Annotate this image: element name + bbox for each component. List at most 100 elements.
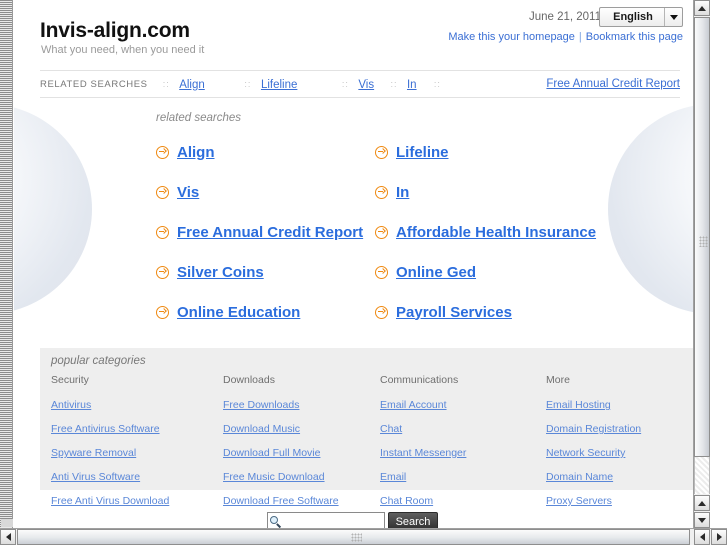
list-item[interactable]: Chat Room [380, 491, 546, 509]
scroll-left-button-secondary[interactable] [694, 529, 710, 545]
cat-link-download-full-movie[interactable]: Download Full Movie [223, 447, 320, 459]
scroll-thumb-grip [699, 236, 708, 247]
strip-link-lifeline[interactable]: Lifeline [261, 79, 297, 91]
cat-link-email[interactable]: Email [380, 471, 406, 483]
header-links: Make this your homepage | Bookmark this pa… [448, 31, 683, 43]
page-header: Invis-align.com What you need, when you … [14, 0, 693, 68]
scroll-down-button[interactable] [694, 512, 710, 528]
list-item[interactable]: Email Account [380, 395, 546, 413]
chevron-down-icon [664, 8, 682, 26]
arrow-circle-icon [156, 305, 169, 319]
list-item[interactable]: Instant Messenger [380, 443, 546, 461]
strip-link-free-annual-credit-report[interactable]: Free Annual Credit Report [546, 78, 680, 90]
list-item[interactable]: Free Anti Virus Download [51, 491, 223, 509]
list-item[interactable]: Anti Virus Software [51, 467, 223, 485]
list-item[interactable]: Email [380, 467, 546, 485]
list-item[interactable]: Free Antivirus Software [51, 419, 223, 437]
list-item[interactable]: Domain Name [546, 467, 691, 485]
related-link-vis[interactable]: Vis [177, 184, 199, 201]
related-link-affordable-health-insurance[interactable]: Affordable Health Insurance [396, 224, 596, 241]
cat-link-domain-registration[interactable]: Domain Registration [546, 423, 641, 435]
scroll-right-button[interactable] [711, 529, 727, 545]
related-link-row[interactable]: Online Ged [375, 252, 626, 292]
related-link-online-ged[interactable]: Online Ged [396, 264, 476, 281]
cat-link-network-security[interactable]: Network Security [546, 447, 625, 459]
cat-link-proxy-servers[interactable]: Proxy Servers [546, 495, 612, 507]
related-link-lifeline[interactable]: Lifeline [396, 144, 449, 161]
related-link-row[interactable]: Vis [156, 172, 375, 212]
bookmark-page-link[interactable]: Bookmark this page [586, 31, 683, 43]
cat-link-chat[interactable]: Chat [380, 423, 402, 435]
cat-link-domain-name[interactable]: Domain Name [546, 471, 613, 483]
cat-link-free-downloads[interactable]: Free Downloads [223, 399, 299, 411]
cat-link-free-music-download[interactable]: Free Music Download [223, 471, 325, 483]
list-item[interactable]: Email Hosting [546, 395, 691, 413]
search-button[interactable]: Search [388, 512, 438, 528]
make-homepage-link[interactable]: Make this your homepage [448, 31, 575, 43]
related-link-row[interactable]: Affordable Health Insurance [375, 212, 626, 252]
list-item[interactable]: Download Full Movie [223, 443, 380, 461]
language-select[interactable]: English [599, 7, 683, 27]
vertical-scroll-thumb[interactable] [694, 17, 710, 457]
arrow-circle-icon [375, 225, 388, 239]
list-item[interactable]: Domain Registration [546, 419, 691, 437]
vertical-scroll-track[interactable] [694, 457, 710, 494]
search-bar: Search [267, 512, 438, 528]
strip-link-align[interactable]: Align [179, 79, 205, 91]
vertical-scrollbar[interactable] [693, 0, 710, 528]
browser-window: Invis-align.com What you need, when you … [0, 0, 727, 545]
related-link-free-annual-credit-report[interactable]: Free Annual Credit Report [177, 224, 363, 241]
cat-link-antivirus[interactable]: Antivirus [51, 399, 91, 411]
related-link-in[interactable]: In [396, 184, 409, 201]
list-item[interactable]: Chat [380, 419, 546, 437]
cat-link-instant-messenger[interactable]: Instant Messenger [380, 447, 466, 459]
list-item[interactable]: Antivirus [51, 395, 223, 413]
cat-link-download-music[interactable]: Download Music [223, 423, 300, 435]
category-title: Security [51, 374, 89, 386]
list-item[interactable]: Download Free Software [223, 491, 380, 509]
related-searches-label: RELATED SEARCHES [40, 78, 148, 90]
cat-link-email-hosting[interactable]: Email Hosting [546, 399, 611, 411]
list-item[interactable]: Download Music [223, 419, 380, 437]
list-item[interactable]: Proxy Servers [546, 491, 691, 509]
related-link-align[interactable]: Align [177, 144, 215, 161]
category-title: Communications [380, 374, 459, 386]
related-link-online-education[interactable]: Online Education [177, 304, 300, 321]
related-link-row[interactable]: Align [156, 132, 375, 172]
strip-link-vis[interactable]: Vis [358, 79, 374, 91]
related-link-row[interactable]: Silver Coins [156, 252, 375, 292]
cat-link-chat-room[interactable]: Chat Room [380, 495, 433, 507]
list-item[interactable]: Spyware Removal [51, 443, 223, 461]
related-link-payroll-services[interactable]: Payroll Services [396, 304, 512, 321]
related-link-row[interactable]: Online Education [156, 292, 375, 332]
strip-link-in[interactable]: In [407, 79, 417, 91]
list-item[interactable]: Network Security [546, 443, 691, 461]
arrow-circle-icon [375, 305, 388, 319]
site-tagline: What you need, when you need it [41, 44, 205, 56]
search-input-wrapper[interactable] [267, 512, 430, 528]
related-link-row[interactable]: Payroll Services [375, 292, 626, 332]
cat-link-anti-virus-software[interactable]: Anti Virus Software [51, 471, 140, 483]
related-link-row[interactable]: In [375, 172, 626, 212]
related-link-row[interactable]: Free Annual Credit Report [156, 212, 375, 252]
related-link-silver-coins[interactable]: Silver Coins [177, 264, 264, 281]
arrow-circle-icon [375, 265, 388, 279]
scroll-up-button[interactable] [694, 0, 710, 16]
horizontal-scroll-thumb[interactable] [17, 529, 690, 545]
cat-link-download-free-software[interactable]: Download Free Software [223, 495, 339, 507]
category-column-communications: Communications Email Account Chat Instan… [380, 374, 546, 515]
cat-link-email-account[interactable]: Email Account [380, 399, 447, 411]
list-item[interactable]: Free Music Download [223, 467, 380, 485]
related-link-row[interactable]: Lifeline [375, 132, 626, 172]
scroll-up-button-secondary[interactable] [694, 495, 710, 511]
scroll-left-button[interactable] [0, 529, 16, 545]
cat-link-spyware-removal[interactable]: Spyware Removal [51, 447, 136, 459]
language-select-label: English [613, 11, 653, 23]
category-title: More [546, 374, 570, 386]
category-column-security: Security Antivirus Free Antivirus Softwa… [51, 374, 223, 515]
category-title: Downloads [223, 374, 275, 386]
cat-link-free-antivirus-software[interactable]: Free Antivirus Software [51, 423, 160, 435]
list-item[interactable]: Free Downloads [223, 395, 380, 413]
horizontal-scrollbar[interactable] [0, 528, 727, 545]
cat-link-free-anti-virus-download[interactable]: Free Anti Virus Download [51, 495, 169, 507]
